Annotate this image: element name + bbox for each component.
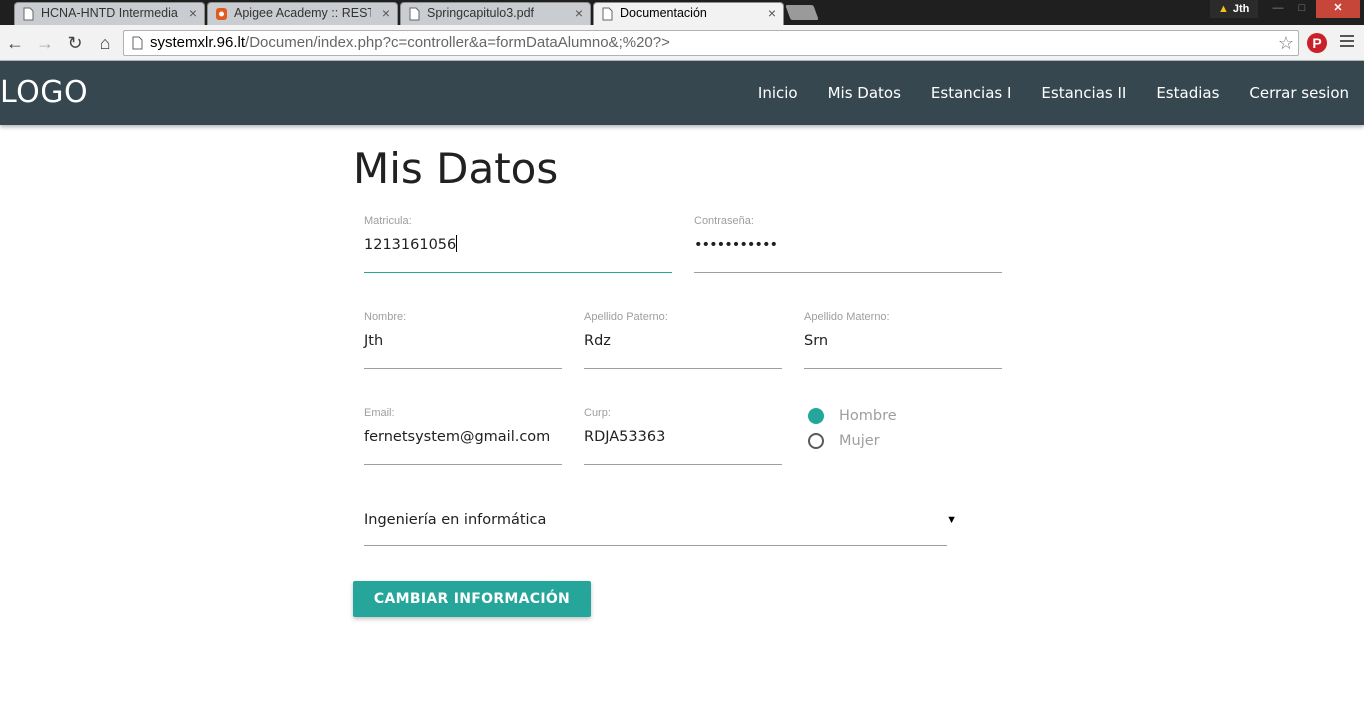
radio-checked-icon bbox=[808, 408, 824, 424]
password-label: Contraseña: bbox=[694, 215, 754, 227]
apigee-icon bbox=[216, 8, 227, 20]
radio-mujer[interactable]: Mujer bbox=[808, 432, 880, 450]
apellido-paterno-field[interactable]: Apellido Paterno: Rdz bbox=[584, 311, 782, 371]
password-field[interactable]: Contraseña: ••••••••••• bbox=[694, 215, 1002, 275]
nav-link-estancias-1[interactable]: Estancias I bbox=[916, 61, 1027, 125]
apellido-paterno-input[interactable]: Rdz bbox=[584, 329, 782, 353]
email-field[interactable]: Email: fernetsystem@gmail.com bbox=[364, 407, 562, 467]
cambiar-informacion-button[interactable]: CAMBIAR INFORMACIÓN bbox=[353, 581, 591, 617]
input-underline bbox=[364, 368, 562, 369]
curp-field[interactable]: Curp: RDJA53363 bbox=[584, 407, 782, 467]
password-input[interactable]: ••••••••••• bbox=[694, 233, 1002, 257]
tab-title: Apigee Academy :: REST ar bbox=[234, 6, 371, 20]
nav-link-cerrar-sesion[interactable]: Cerrar sesion bbox=[1234, 61, 1364, 125]
input-underline bbox=[584, 464, 782, 465]
reload-icon[interactable]: ↻ bbox=[64, 32, 86, 54]
warning-icon: ▲ bbox=[1218, 3, 1229, 15]
nombre-input[interactable]: Jth bbox=[364, 329, 562, 353]
select-underline bbox=[364, 545, 947, 546]
apellido-materno-field[interactable]: Apellido Materno: Srn bbox=[804, 311, 1002, 371]
forward-arrow-icon[interactable]: → bbox=[34, 32, 56, 54]
browser-tab[interactable]: Springcapitulo3.pdf × bbox=[400, 2, 591, 25]
browser-tab[interactable]: Apigee Academy :: REST ar × bbox=[207, 2, 398, 25]
page-icon bbox=[602, 7, 613, 21]
carrera-selected-value: Ingeniería en informática bbox=[364, 512, 547, 528]
back-arrow-icon[interactable]: ← bbox=[4, 32, 26, 54]
curp-input[interactable]: RDJA53363 bbox=[584, 425, 782, 449]
input-underline bbox=[364, 272, 672, 273]
matricula-field[interactable]: Matricula: 1213161056 bbox=[364, 215, 672, 275]
nav-link-estancias-2[interactable]: Estancias II bbox=[1026, 61, 1141, 125]
browser-tab-strip: HCNA-HNTD Intermediate × Apigee Academy … bbox=[0, 0, 1364, 25]
radio-label: Mujer bbox=[839, 433, 880, 449]
tab-close-icon[interactable]: × bbox=[575, 3, 583, 24]
input-underline bbox=[584, 368, 782, 369]
radio-label: Hombre bbox=[839, 408, 897, 424]
input-underline bbox=[804, 368, 1002, 369]
address-bar[interactable]: systemxlr.96.lt/Documen/index.php?c=cont… bbox=[123, 30, 1299, 56]
url-path: /Documen/index.php?c=controller&a=formDa… bbox=[245, 34, 670, 51]
input-underline bbox=[694, 272, 1002, 273]
apellido-paterno-label: Apellido Paterno: bbox=[584, 311, 668, 323]
email-label: Email: bbox=[364, 407, 395, 419]
matricula-label: Matricula: bbox=[364, 215, 412, 227]
apellido-materno-label: Apellido Materno: bbox=[804, 311, 890, 323]
tab-title: Springcapitulo3.pdf bbox=[427, 6, 535, 20]
tab-close-icon[interactable]: × bbox=[189, 3, 197, 24]
curp-label: Curp: bbox=[584, 407, 611, 419]
browser-toolbar: ← → ↻ ⌂ systemxlr.96.lt/Documen/index.ph… bbox=[0, 25, 1364, 61]
matricula-value: 1213161056 bbox=[364, 237, 457, 253]
nav-link-estadias[interactable]: Estadias bbox=[1141, 61, 1234, 125]
tab-title: Documentación bbox=[620, 6, 707, 20]
page-icon bbox=[23, 7, 34, 21]
profile-badge[interactable]: ▲ Jth bbox=[1210, 0, 1258, 18]
logo[interactable]: LOGO bbox=[0, 61, 88, 125]
dropdown-caret-icon[interactable]: ▼ bbox=[946, 514, 957, 526]
new-tab-button[interactable] bbox=[785, 5, 819, 20]
tab-close-icon[interactable]: × bbox=[382, 3, 390, 24]
window-close-icon[interactable]: ✕ bbox=[1316, 0, 1360, 18]
profile-name: Jth bbox=[1232, 3, 1250, 15]
browser-tab-active[interactable]: Documentación × bbox=[593, 2, 784, 25]
browser-menu-icon[interactable] bbox=[1340, 35, 1354, 49]
browser-tab[interactable]: HCNA-HNTD Intermediate × bbox=[14, 2, 205, 25]
url-host: systemxlr.96.lt bbox=[150, 34, 246, 51]
pinterest-icon[interactable]: P bbox=[1307, 33, 1327, 53]
input-underline bbox=[364, 464, 562, 465]
nombre-field[interactable]: Nombre: Jth bbox=[364, 311, 562, 371]
nombre-label: Nombre: bbox=[364, 311, 407, 323]
page-icon bbox=[409, 7, 420, 21]
email-input[interactable]: fernetsystem@gmail.com bbox=[364, 425, 562, 449]
nav-link-inicio[interactable]: Inicio bbox=[743, 61, 813, 125]
bookmark-star-icon[interactable]: ☆ bbox=[1278, 31, 1294, 55]
text-cursor bbox=[456, 235, 458, 252]
tab-title: HCNA-HNTD Intermediate bbox=[41, 6, 178, 20]
maximize-icon[interactable]: □ bbox=[1290, 0, 1314, 18]
radio-unchecked-icon bbox=[808, 433, 824, 449]
page-title: Mis Datos bbox=[353, 144, 559, 193]
radio-hombre[interactable]: Hombre bbox=[808, 407, 897, 425]
minimize-icon[interactable]: — bbox=[1266, 0, 1290, 18]
nav-links: Inicio Mis Datos Estancias I Estancias I… bbox=[743, 61, 1364, 125]
apellido-materno-input[interactable]: Srn bbox=[804, 329, 1002, 353]
page-icon bbox=[132, 36, 143, 50]
home-icon[interactable]: ⌂ bbox=[94, 32, 116, 54]
matricula-input[interactable]: 1213161056 bbox=[364, 233, 672, 257]
top-navbar: LOGO Inicio Mis Datos Estancias I Estanc… bbox=[0, 61, 1364, 125]
nav-link-mis-datos[interactable]: Mis Datos bbox=[813, 61, 916, 125]
carrera-select[interactable]: Ingeniería en informática ▼ bbox=[364, 510, 957, 546]
tab-close-icon[interactable]: × bbox=[768, 3, 776, 24]
